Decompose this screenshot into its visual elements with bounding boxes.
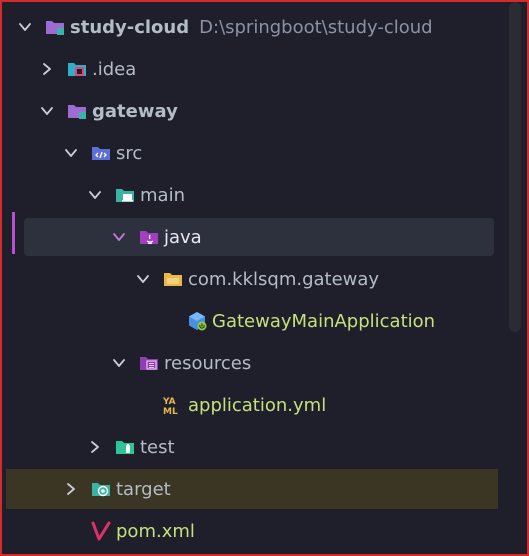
resources-folder-icon <box>138 352 160 374</box>
idea-folder-icon <box>66 58 88 80</box>
tree-row-resources[interactable]: resources <box>2 342 527 384</box>
svg-text:YA: YA <box>162 397 176 407</box>
tree-row-label: main <box>140 184 185 206</box>
chevron-down-icon[interactable] <box>36 100 58 122</box>
tree-row-label: application.yml <box>188 394 327 416</box>
test-folder-icon <box>114 436 136 458</box>
tree-row-label: src <box>116 142 143 164</box>
tree-row-pom[interactable]: pom.xml <box>2 510 527 552</box>
target-folder-icon <box>90 478 112 500</box>
chevron-down-icon[interactable] <box>60 142 82 164</box>
tree-row-application-yml[interactable]: YA ML application.yml <box>2 384 527 426</box>
tree-row-label: GatewayMainApplication <box>212 310 436 332</box>
chevron-right-icon[interactable] <box>36 58 58 80</box>
tree-row-label: java <box>164 226 202 248</box>
chevron-down-icon[interactable] <box>108 226 130 248</box>
tree-row-label: gateway <box>92 100 178 122</box>
svg-text:ML: ML <box>163 407 178 416</box>
tree-row-gateway[interactable]: gateway <box>2 90 527 132</box>
chevron-right-icon[interactable] <box>60 478 82 500</box>
chevron-down-icon[interactable] <box>84 184 106 206</box>
tree-row-label: test <box>140 436 175 458</box>
tree-row-label: target <box>116 478 171 500</box>
chevron-down-icon[interactable] <box>132 268 154 290</box>
tree-row-gateway-main-application[interactable]: GatewayMainApplication <box>2 300 527 342</box>
tree-row-label: study-cloud <box>70 16 190 38</box>
tree-row-idea[interactable]: .idea <box>2 48 527 90</box>
chevron-down-icon[interactable] <box>14 16 36 38</box>
tree-row-label: pom.xml <box>116 520 195 542</box>
java-folder-icon <box>138 226 160 248</box>
yaml-file-icon: YA ML <box>162 394 184 416</box>
tree-row-src[interactable]: src <box>2 132 527 174</box>
main-folder-icon <box>114 184 136 206</box>
tree-row-label: com.kklsqm.gateway <box>188 268 380 290</box>
tree-row-label: resources <box>164 352 252 374</box>
module-folder-icon <box>44 16 66 38</box>
tree-row-label: .idea <box>92 58 137 80</box>
maven-file-icon <box>90 520 112 542</box>
tree-row-main[interactable]: main <box>2 174 527 216</box>
module-folder-icon <box>66 100 88 122</box>
chevron-right-icon[interactable] <box>84 436 106 458</box>
tree-row-study-cloud[interactable]: study-cloud D:\springboot\study-cloud <box>2 6 527 48</box>
package-folder-icon <box>162 268 184 290</box>
source-folder-icon <box>90 142 112 164</box>
chevron-down-icon[interactable] <box>108 352 130 374</box>
spring-boot-class-icon <box>186 310 208 332</box>
tree-row-test[interactable]: test <box>2 426 527 468</box>
tree-row-java[interactable]: java <box>2 216 527 258</box>
tree-row-package[interactable]: com.kklsqm.gateway <box>2 258 527 300</box>
project-tree-panel: study-cloud D:\springboot\study-cloud .i… <box>0 0 529 556</box>
project-path: D:\springboot\study-cloud <box>199 16 433 38</box>
tree-row-target[interactable]: target <box>2 468 527 510</box>
